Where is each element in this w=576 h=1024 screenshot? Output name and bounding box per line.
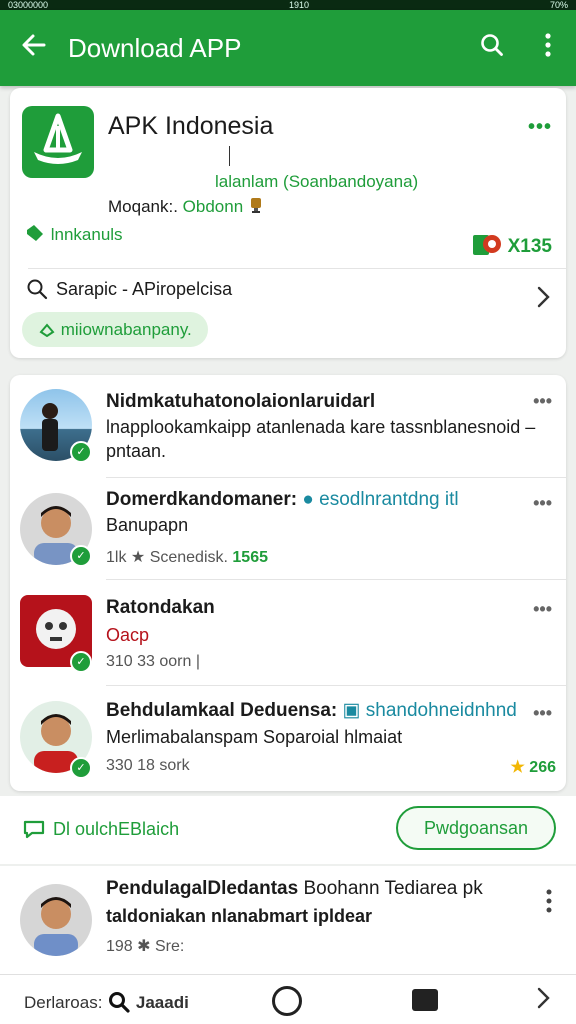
chevron-right-icon[interactable] [536,985,550,1016]
item-title-text: Behdulamkaal Deduensa: [106,700,338,721]
item-title: Ratondakan [106,597,215,618]
item-link-text: esodlnrantdng itl [319,489,459,510]
item-title-text: PendulagalDledantas [106,878,299,899]
item-link[interactable]: ▣ shandohneidnhnd [343,700,517,721]
item-subtitle: Oacp [106,625,150,645]
meta-value: Obdonn [182,197,244,216]
count-value: X135 [507,236,552,257]
item-meta: 1lk ★ Scenedisk. 1565 [106,547,268,567]
app-name: APK Indonesia [108,112,274,140]
item-title: PendulagalDledantas Boohann Tediarea pk [106,878,483,900]
link-icon [39,323,55,338]
list-item[interactable]: ✓ Nidmkatuhatonolaionlaruidarl lnapplook… [10,375,566,479]
divider [106,477,566,478]
item-subtitle: taldoniakan nlanabmart ipldear [106,906,373,926]
tag-icon [27,225,43,241]
text-cursor [229,146,230,166]
rating: ★ 266 [511,757,557,777]
more-horiz-icon[interactable]: ••• [528,116,552,139]
divider [28,268,566,269]
app-logo[interactable] [22,106,94,178]
verified-badge-icon: ✓ [70,757,92,779]
action-bar: Dl oulchEBlaich Pwdgoansan [0,796,576,864]
page-title: Download APP [68,32,242,63]
verified-badge-icon: ✓ [70,441,92,463]
list-item[interactable]: ✓ Domerdkandomaner: ● esodlnrantdng itl … [10,479,566,580]
search-icon [109,992,130,1013]
verified-badge-icon: ✓ [70,545,92,567]
item-subtitle-2: pntaan. [106,441,167,461]
item-link-text: shandohneidnhnd [365,700,517,721]
chat-icon [23,820,45,839]
chevron-right-icon[interactable] [536,284,550,315]
item-subtitle: lnapplookamkaipp atanlenada kare tassnbl… [106,417,536,437]
status-clock: 1910 [289,0,310,10]
more-horiz-icon[interactable]: ••• [533,391,552,412]
item-meta-text: 1lk ★ Scenedisk. [106,549,228,566]
star-icon: ★ [510,759,525,776]
item-title: Nidmkatuhatonolaionlaruidarl [106,391,376,412]
item-title: Domerdkandomaner: ● esodlnrantdng itl [106,489,459,511]
verified-badge-icon: ✓ [70,651,92,673]
bottom-nav: Derlaroas: Jaaadi [0,974,576,1024]
more-horiz-icon[interactable]: ••• [533,493,552,514]
pill-label: miiownabanpany. [60,320,192,339]
trophy-icon [248,197,264,216]
status-bar: 03000000 1910 70% [0,0,576,10]
more-horiz-icon[interactable]: ••• [533,599,552,620]
search-text: Sarapic - APiropelcisa [56,278,233,299]
install-link[interactable]: lnnkanuls [24,222,123,245]
action-link[interactable]: Dl oulchEBlaich [22,818,179,840]
developer-name[interactable]: lalanlam (Soanbandoyana) [215,172,418,192]
list-item[interactable]: ✓ Ratondakan Oacp 310 33 oorn | ••• [10,579,566,686]
item-title-extra: Boohann Tediarea pk [303,878,483,899]
more-vert-icon[interactable] [544,888,554,914]
item-title-text: Domerdkandomaner: [106,489,298,510]
item-subtitle: Merlimabalanspam Soparoial hlmaiat [106,727,403,747]
install-label: lnnkanuls [50,225,123,244]
item-subtitle: Banupapn [106,515,189,535]
bookmark-icon[interactable] [412,989,438,1011]
link-square-icon: ▣ [342,700,361,721]
item-meta: 198 ✱ Sre: [106,938,185,955]
status-battery: 70% [549,0,568,10]
item-title: Behdulamkaal Deduensa: ▣ shandohneidnhnd [106,699,517,722]
home-circle-icon[interactable] [272,986,302,1016]
nav-search-text: Jaaadi [135,993,189,1012]
app-card: APK Indonesia ••• lalanlam (Soanbandoyan… [10,88,566,358]
rating-value: 266 [529,759,556,776]
item-meta: 310 33 oorn | [106,653,201,670]
search-icon [27,279,48,300]
more-vert-icon[interactable] [520,32,576,65]
nav-search[interactable]: Derlaroas: Jaaadi [24,990,189,1014]
app-bar: Download APP [0,10,576,86]
feed-card: ✓ Nidmkatuhatonolaionlaruidarl lnapplook… [10,375,566,791]
primary-action-button[interactable]: Pwdgoansan [396,806,556,850]
search-row[interactable]: Sarapic - APiropelcisa [26,278,232,300]
search-icon[interactable] [464,32,520,65]
avatar[interactable] [20,884,92,956]
list-item[interactable]: ✓ Behdulamkaal Deduensa: ▣ shandohneidnh… [10,685,566,791]
download-count: X135 [472,232,552,258]
back-arrow-icon[interactable] [0,30,68,67]
chart-badge-icon [473,235,502,255]
list-item[interactable]: PendulagalDledantas Boohann Tediarea pk … [0,866,576,974]
filter-pill[interactable]: miiownabanpany. [22,312,208,347]
status-left: 03000000 [8,0,49,10]
action-label: Dl oulchEBlaich [53,819,180,839]
app-meta: Moqank:. Obdonn [108,196,264,217]
meta-label: Moqank:. [108,197,178,216]
item-meta-value: 1565 [232,549,268,566]
nav-label: Derlaroas: [24,993,103,1012]
link-dot-icon: ● [302,489,314,510]
more-horiz-icon[interactable]: ••• [533,703,552,724]
item-link[interactable]: ● esodlnrantdng itl [302,489,458,510]
item-meta: 330 18 sork [106,757,190,774]
